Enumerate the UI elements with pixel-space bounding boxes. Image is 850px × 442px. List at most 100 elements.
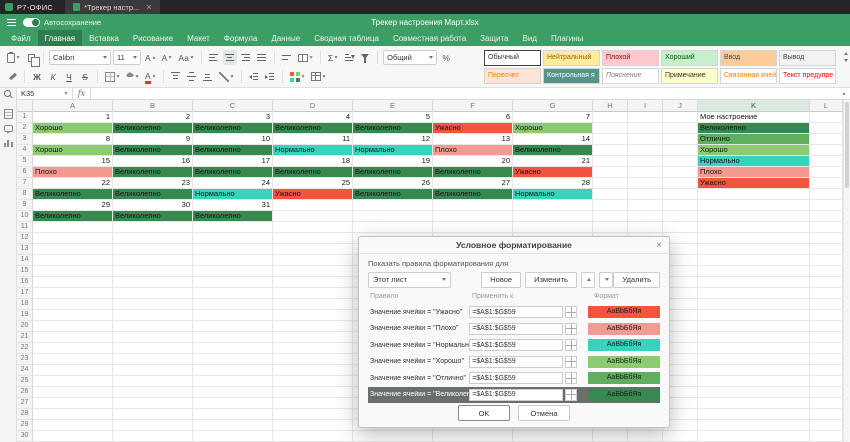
cell-B24[interactable] (113, 365, 193, 376)
row-header-14[interactable]: 14 (17, 255, 33, 266)
cell-K7[interactable]: Ужасно (698, 178, 810, 189)
cell-D6[interactable]: Великолепно (273, 167, 353, 178)
row-header-10[interactable]: 10 (17, 211, 33, 222)
cell-style-3[interactable]: Плохой (602, 50, 659, 66)
cell-J10[interactable] (663, 211, 698, 222)
row-header-23[interactable]: 23 (17, 354, 33, 365)
move-rule-up-button[interactable] (581, 272, 595, 288)
cell-C1[interactable]: 3 (193, 112, 273, 123)
align-center-button[interactable] (223, 50, 237, 65)
cf-rule-range-input[interactable]: =$A$1:$G$59 (469, 323, 563, 335)
menu-tab-11[interactable]: Вид (516, 30, 544, 46)
cell-style-6[interactable]: Вывод (779, 50, 836, 66)
cell-D29[interactable] (273, 420, 353, 431)
cell-J9[interactable] (663, 200, 698, 211)
row-header-24[interactable]: 24 (17, 365, 33, 376)
menu-tab-12[interactable]: Плагины (544, 30, 590, 46)
cf-rule-range-input[interactable]: =$A$1:$G$59 (469, 339, 563, 351)
row-header-22[interactable]: 22 (17, 343, 33, 354)
cell-I1[interactable] (628, 112, 663, 123)
cell-A3[interactable]: 8 (33, 134, 113, 145)
cell-K3[interactable]: Отлично (698, 134, 810, 145)
cell-C7[interactable]: 24 (193, 178, 273, 189)
cf-rule-row-3[interactable]: Значение ячейки = "Нормально"=$A$1:$G$59… (368, 337, 660, 354)
cell-B29[interactable] (113, 420, 193, 431)
cell-H1[interactable] (593, 112, 628, 123)
chart-settings-icon[interactable] (4, 138, 13, 147)
row-header-12[interactable]: 12 (17, 233, 33, 244)
cell-D21[interactable] (273, 332, 353, 343)
cell-E11[interactable] (353, 222, 433, 233)
cell-D2[interactable]: Великолепно (273, 123, 353, 134)
cell-E30[interactable] (353, 431, 433, 442)
cell-L24[interactable] (810, 365, 843, 376)
cell-D22[interactable] (273, 343, 353, 354)
cell-B25[interactable] (113, 376, 193, 387)
cell-B9[interactable]: 30 (113, 200, 193, 211)
cell-C4[interactable]: Великолепно (193, 145, 273, 156)
cell-K14[interactable] (698, 255, 810, 266)
cell-G2[interactable]: Хорошо (513, 123, 593, 134)
cell-D12[interactable] (273, 233, 353, 244)
cell-G30[interactable] (513, 431, 593, 442)
cell-K16[interactable] (698, 277, 810, 288)
cell-G9[interactable] (513, 200, 593, 211)
cell-F1[interactable]: 6 (433, 112, 513, 123)
cell-F10[interactable] (433, 211, 513, 222)
cell-B17[interactable] (113, 288, 193, 299)
row-header-3[interactable]: 3 (17, 134, 33, 145)
col-header-E[interactable]: E (353, 100, 433, 112)
cell-C24[interactable] (193, 365, 273, 376)
cf-rule-row-5[interactable]: Значение ячейки = "Отлично"=$A$1:$G$59Аа… (368, 370, 660, 387)
cell-L30[interactable] (810, 431, 843, 442)
cell-I8[interactable] (628, 189, 663, 200)
row-header-30[interactable]: 30 (17, 431, 33, 442)
cell-B19[interactable] (113, 310, 193, 321)
number-format-select[interactable]: Общий (383, 50, 437, 65)
cell-C18[interactable] (193, 299, 273, 310)
cell-K10[interactable] (698, 211, 810, 222)
merge-cells-button[interactable] (296, 50, 315, 65)
cell-D24[interactable] (273, 365, 353, 376)
cell-D14[interactable] (273, 255, 353, 266)
row-header-5[interactable]: 5 (17, 156, 33, 167)
row-header-20[interactable]: 20 (17, 321, 33, 332)
cell-K4[interactable]: Хорошо (698, 145, 810, 156)
underline-button[interactable]: Ч (62, 69, 76, 84)
cell-A21[interactable] (33, 332, 113, 343)
cell-B15[interactable] (113, 266, 193, 277)
cell-A2[interactable]: Хорошо (33, 123, 113, 134)
cell-L12[interactable] (810, 233, 843, 244)
menu-tab-10[interactable]: Защита (473, 30, 515, 46)
cell-A19[interactable] (33, 310, 113, 321)
cell-L16[interactable] (810, 277, 843, 288)
cell-C11[interactable] (193, 222, 273, 233)
cell-D30[interactable] (273, 431, 353, 442)
cell-L1[interactable] (810, 112, 843, 123)
cell-K2[interactable]: Великолепно (698, 123, 810, 134)
menu-tab-7[interactable]: Данные (264, 30, 307, 46)
cell-H8[interactable] (593, 189, 628, 200)
col-header-C[interactable]: C (193, 100, 273, 112)
cell-C17[interactable] (193, 288, 273, 299)
cell-A17[interactable] (33, 288, 113, 299)
cell-K12[interactable] (698, 233, 810, 244)
cell-B3[interactable]: 9 (113, 134, 193, 145)
cell-A25[interactable] (33, 376, 113, 387)
cell-H30[interactable] (593, 431, 628, 442)
cell-B20[interactable] (113, 321, 193, 332)
row-header-7[interactable]: 7 (17, 178, 33, 189)
cf-rule-range-input[interactable]: =$A$1:$G$59 (469, 389, 563, 401)
cell-E4[interactable]: Нормально (353, 145, 433, 156)
cell-G5[interactable]: 21 (513, 156, 593, 167)
cell-B2[interactable]: Великолепно (113, 123, 193, 134)
cell-D17[interactable] (273, 288, 353, 299)
cell-A6[interactable]: Плохо (33, 167, 113, 178)
col-header-G[interactable]: G (513, 100, 593, 112)
cell-A1[interactable]: 1 (33, 112, 113, 123)
cell-D25[interactable] (273, 376, 353, 387)
cell-style-12[interactable]: Текст предупре (779, 68, 836, 84)
cell-J7[interactable] (663, 178, 698, 189)
cell-L6[interactable] (810, 167, 843, 178)
cell-C2[interactable]: Великолепно (193, 123, 273, 134)
